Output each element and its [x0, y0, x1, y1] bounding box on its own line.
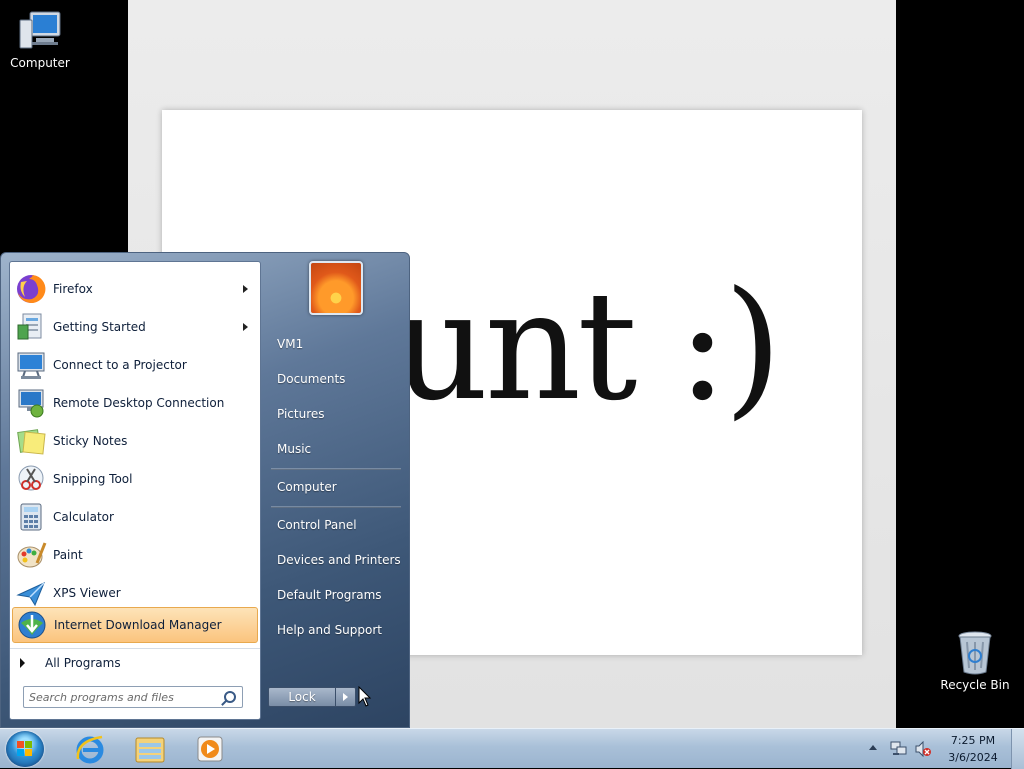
windows-logo-icon — [17, 741, 33, 757]
lock-button[interactable]: Lock — [268, 687, 336, 707]
recycle-bin-icon — [951, 630, 999, 675]
start-button[interactable] — [6, 731, 44, 767]
idm-icon — [16, 609, 48, 641]
program-label: Paint — [53, 548, 83, 562]
desktop-icon-label: Computer — [10, 56, 70, 70]
right-item-control-panel[interactable]: Control Panel — [269, 510, 403, 540]
show-hidden-icons-button[interactable] — [869, 745, 877, 750]
program-item-remote-desktop[interactable]: Remote Desktop Connection — [12, 385, 258, 421]
slide-text: unt :) — [392, 260, 782, 434]
firefox-icon — [15, 273, 47, 305]
right-item-documents[interactable]: Documents — [269, 364, 403, 394]
menu-separator — [271, 468, 401, 470]
clock-date[interactable]: 3/6/2024 — [940, 751, 1006, 764]
start-menu: Firefox Getting Started Connect to a Pro… — [0, 252, 410, 728]
taskbar: 7:25 PM 3/6/2024 — [0, 728, 1024, 769]
file-explorer-icon — [134, 734, 166, 767]
clock-time[interactable]: 7:25 PM — [940, 734, 1006, 747]
sticky-notes-icon — [15, 425, 47, 457]
program-label: Internet Download Manager — [54, 618, 222, 632]
programs-pane: Firefox Getting Started Connect to a Pro… — [9, 261, 261, 720]
expand-arrow-icon — [20, 658, 25, 668]
program-item-snipping-tool[interactable]: Snipping Tool — [12, 461, 258, 497]
search-icon[interactable] — [224, 691, 236, 703]
program-item-connect-projector[interactable]: Connect to a Projector — [12, 347, 258, 383]
program-label: Getting Started — [53, 320, 146, 334]
desktop-icon-recycle-bin[interactable]: Recycle Bin — [935, 630, 1015, 692]
menu-separator — [271, 506, 401, 508]
right-item-devices-printers[interactable]: Devices and Printers — [269, 545, 403, 575]
program-item-sticky-notes[interactable]: Sticky Notes — [12, 423, 258, 459]
xps-viewer-icon — [15, 577, 47, 609]
program-label: XPS Viewer — [53, 586, 121, 600]
show-desktop-button[interactable] — [1011, 729, 1024, 769]
paint-icon — [15, 539, 47, 571]
program-item-xps-viewer[interactable]: XPS Viewer — [12, 575, 258, 611]
internet-explorer-icon — [74, 733, 106, 768]
all-programs-label: All Programs — [45, 656, 121, 670]
desktop-icon-computer[interactable]: Computer — [0, 8, 80, 70]
search-box — [23, 686, 243, 708]
remote-desktop-icon — [15, 387, 47, 419]
program-label: Firefox — [53, 282, 93, 296]
search-input[interactable] — [29, 689, 214, 705]
right-item-default-programs[interactable]: Default Programs — [269, 580, 403, 610]
volume-muted-icon[interactable] — [914, 740, 932, 760]
taskbar-file-explorer[interactable] — [124, 732, 176, 766]
projector-icon — [15, 349, 47, 381]
user-picture[interactable] — [309, 261, 363, 315]
media-player-icon — [196, 735, 224, 766]
right-item-pictures[interactable]: Pictures — [269, 399, 403, 429]
snipping-tool-icon — [15, 463, 47, 495]
desktop-icon-label: Recycle Bin — [940, 678, 1010, 692]
program-item-paint[interactable]: Paint — [12, 537, 258, 573]
program-label: Calculator — [53, 510, 114, 524]
program-label: Remote Desktop Connection — [53, 396, 225, 410]
network-icon[interactable] — [890, 741, 908, 760]
taskbar-media-player[interactable] — [184, 732, 236, 766]
all-programs-button[interactable]: All Programs — [10, 648, 260, 677]
program-label: Sticky Notes — [53, 434, 128, 448]
program-label: Snipping Tool — [53, 472, 133, 486]
program-item-firefox[interactable]: Firefox — [12, 271, 258, 307]
computer-icon — [16, 8, 64, 52]
getting-started-icon — [15, 311, 47, 343]
program-label: Connect to a Projector — [53, 358, 187, 372]
program-item-calculator[interactable]: Calculator — [12, 499, 258, 535]
calculator-icon — [15, 501, 47, 533]
taskbar-internet-explorer[interactable] — [64, 732, 116, 766]
shutdown-options-button[interactable] — [336, 687, 356, 707]
right-item-user-folder[interactable]: VM1 — [269, 329, 403, 359]
right-item-help-support[interactable]: Help and Support — [269, 615, 403, 645]
right-item-music[interactable]: Music — [269, 434, 403, 464]
program-item-getting-started[interactable]: Getting Started — [12, 309, 258, 345]
submenu-arrow-icon — [243, 285, 248, 293]
submenu-arrow-icon — [243, 323, 248, 331]
right-item-computer[interactable]: Computer — [269, 472, 403, 502]
program-item-internet-download-manager[interactable]: Internet Download Manager — [12, 607, 258, 643]
